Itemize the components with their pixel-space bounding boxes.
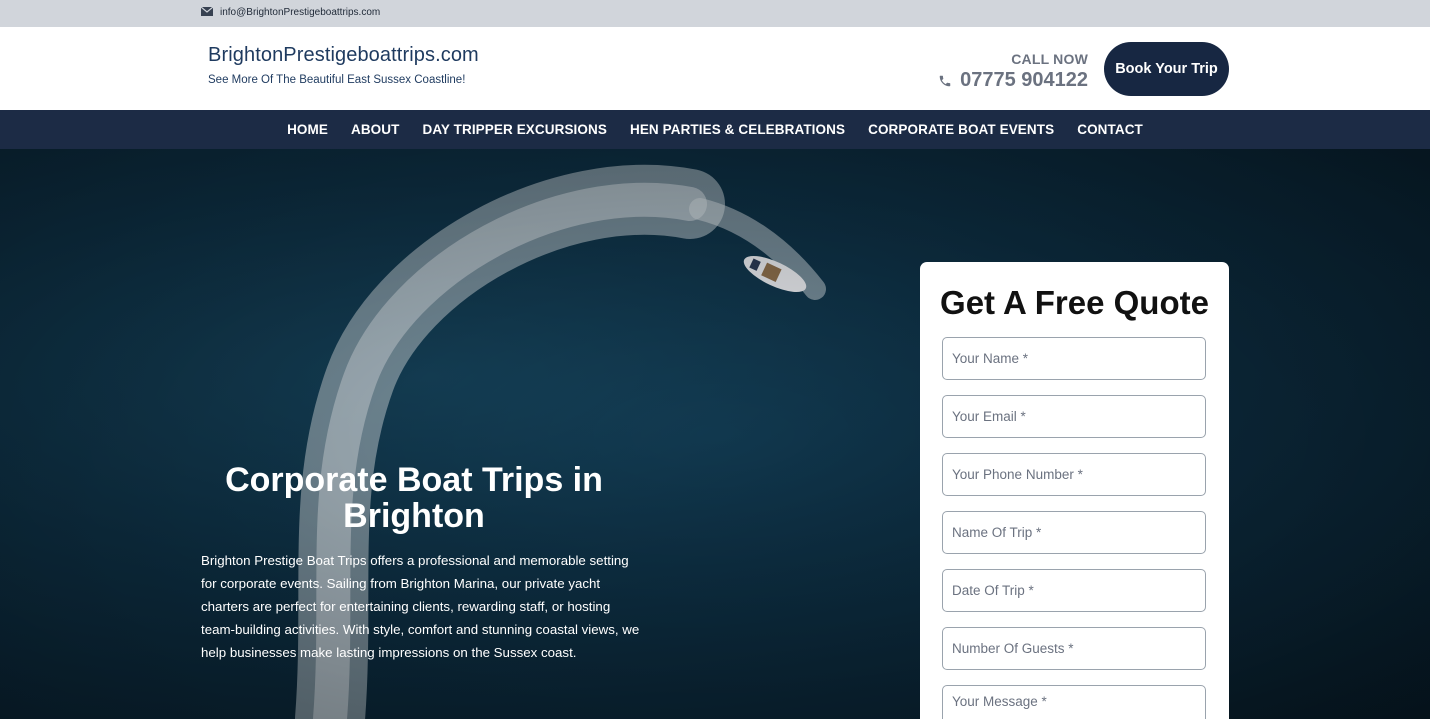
trip-date-field[interactable] bbox=[942, 569, 1206, 612]
name-field[interactable] bbox=[942, 337, 1206, 380]
envelope-icon bbox=[201, 7, 213, 16]
phone-field[interactable] bbox=[942, 453, 1206, 496]
nav-item-about[interactable]: ABOUT bbox=[351, 122, 400, 137]
contact-email-link[interactable]: info@BrightonPrestigeboattrips.com bbox=[220, 7, 380, 19]
nav-item-contact[interactable]: CONTACT bbox=[1077, 122, 1143, 137]
guests-field[interactable] bbox=[942, 627, 1206, 670]
hero-section: Corporate Boat Trips in Brighton Brighto… bbox=[0, 149, 1430, 719]
phone-link[interactable]: 07775 904122 bbox=[938, 69, 1088, 92]
phone-number: 07775 904122 bbox=[960, 69, 1088, 91]
quote-form: Get A Free Quote bbox=[920, 262, 1229, 719]
main-navigation: HOME ABOUT DAY TRIPPER EXCURSIONS HEN PA… bbox=[0, 110, 1430, 149]
call-now-label: CALL NOW bbox=[1011, 51, 1088, 67]
nav-item-hen-parties[interactable]: HEN PARTIES & CELEBRATIONS bbox=[630, 122, 845, 137]
nav-item-day-tripper-excursions[interactable]: DAY TRIPPER EXCURSIONS bbox=[422, 122, 607, 137]
phone-icon bbox=[939, 75, 951, 86]
email-field[interactable] bbox=[942, 395, 1206, 438]
nav-item-home[interactable]: HOME bbox=[287, 122, 328, 137]
site-logo-title[interactable]: BrightonPrestigeboattrips.com bbox=[208, 44, 479, 67]
hero-heading: Corporate Boat Trips in Brighton bbox=[225, 461, 603, 535]
site-tagline: See More Of The Beautiful East Sussex Co… bbox=[208, 74, 466, 86]
book-your-trip-button[interactable]: Book Your Trip bbox=[1104, 42, 1229, 96]
top-utility-bar: info@BrightonPrestigeboattrips.com bbox=[0, 0, 1430, 27]
message-field[interactable] bbox=[942, 685, 1206, 719]
trip-name-field[interactable] bbox=[942, 511, 1206, 554]
hero-description: Brighton Prestige Boat Trips offers a pr… bbox=[201, 553, 640, 660]
nav-item-corporate-boat-events[interactable]: CORPORATE BOAT EVENTS bbox=[868, 122, 1054, 137]
site-header: BrightonPrestigeboattrips.com See More O… bbox=[0, 27, 1430, 110]
quote-form-title: Get A Free Quote bbox=[940, 284, 1209, 321]
